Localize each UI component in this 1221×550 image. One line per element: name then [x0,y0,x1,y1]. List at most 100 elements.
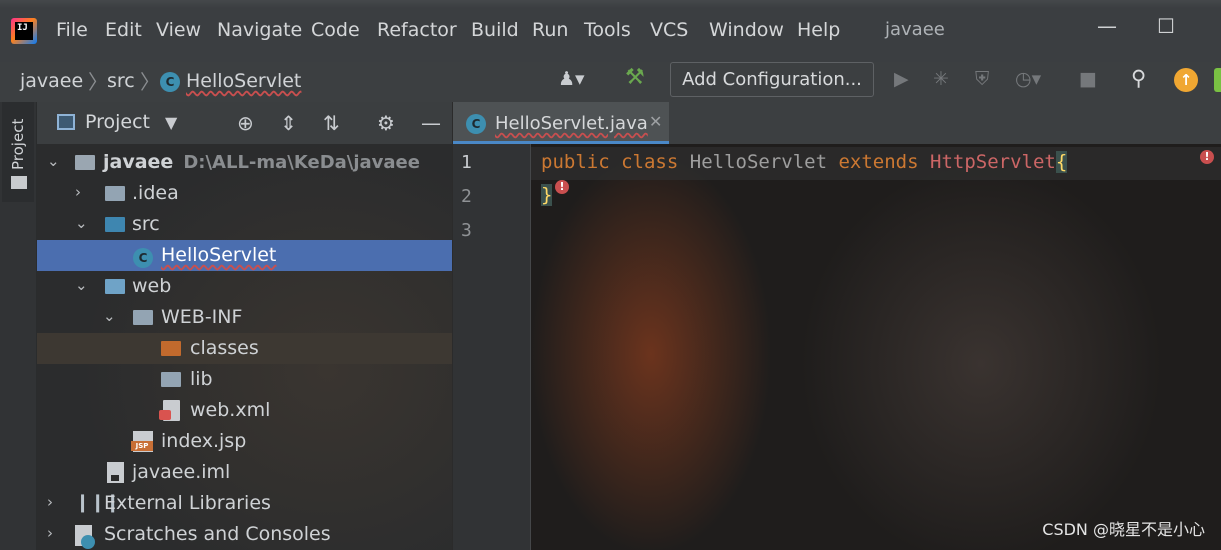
menu-help[interactable]: Help [797,19,840,41]
breadcrumb-class-icon: C [160,69,180,92]
folder-icon [105,186,125,201]
stop-icon[interactable]: ■ [1079,68,1097,90]
tree-item-label: .idea [132,182,179,204]
chevron-expanded-icon[interactable]: ⌄ [47,152,60,170]
menu-edit[interactable]: Edit [105,19,142,41]
tree-item-src[interactable]: ⌄ src [37,209,452,240]
coverage-icon[interactable]: ⛨ [975,68,989,90]
breadcrumb-helloservlet[interactable]: HelloServlet [186,70,301,92]
menu-navigate[interactable]: Navigate [217,19,302,41]
expand-all-icon[interactable]: ⇕ [280,111,297,135]
breadcrumb-project[interactable]: javaee [20,70,83,92]
debug-icon[interactable]: ✳ [933,68,949,90]
line-number: 1 [461,152,472,173]
line-number: 2 [461,186,472,207]
project-stripe-folder-icon [11,176,27,189]
close-icon[interactable]: ✕ [649,112,662,131]
tree-item-lib[interactable]: lib [37,364,452,395]
jsp-file-icon: JSP [131,431,153,452]
tree-item-label: web [132,275,172,297]
error-bulb-icon[interactable]: ! [555,180,569,194]
jetbrains-toolbox-icon[interactable] [1214,68,1221,92]
locate-target-icon[interactable]: ⊕ [237,111,254,135]
chevron-expanded-icon[interactable]: ⌄ [103,307,116,325]
tree-item-scratches[interactable]: › Scratches and Consoles [37,519,452,550]
keyword: public [541,151,610,173]
profile-icon[interactable]: ◷▾ [1015,68,1041,90]
tree-item-path: D:\ALL-ma\KeDa\javaee [183,152,420,173]
tree-item-label: src [132,213,160,235]
scratches-icon [75,525,95,549]
chevron-collapsed-icon[interactable]: › [47,524,53,542]
tab-helloservlet-java[interactable]: C HelloServlet.java ✕ [453,102,669,144]
tree-item-label: index.jsp [161,430,247,452]
gear-icon[interactable]: ⚙ [377,111,395,135]
tree-item-helloservlet[interactable]: C HelloServlet [37,240,452,271]
tree-item-web-inf[interactable]: ⌄ WEB-INF [37,302,452,333]
chevron-down-icon[interactable]: ▼ [165,113,177,132]
iml-file-icon [107,462,124,483]
window-title: javaee [885,19,945,40]
menu-bar: IJ File Edit View Navigate Code Refactor… [0,0,1221,62]
maximize-button[interactable]: ☐ [1157,14,1175,38]
breadcrumb-separator-icon: 〉 [140,70,160,94]
tree-item-idea[interactable]: › .idea [37,178,452,209]
tree-item-index-jsp[interactable]: JSP index.jsp [37,426,452,457]
tree-item-javaee-iml[interactable]: javaee.iml [37,457,452,488]
tree-item-web-xml[interactable]: web.xml [37,395,452,426]
tree-item-web[interactable]: ⌄ web [37,271,452,302]
menu-vcs[interactable]: VCS [650,19,688,41]
chevron-expanded-icon[interactable]: ⌄ [75,214,88,232]
tree-item-external-libraries[interactable]: › ❙❙❙ External Libraries [37,488,452,519]
breadcrumb-src[interactable]: src [107,70,135,92]
tree-item-javaee[interactable]: ⌄ javaee D:\ALL-ma\KeDa\javaee [37,147,452,178]
menu-window[interactable]: Window [709,19,784,41]
tree-item-label: HelloServlet [161,244,277,266]
menu-view[interactable]: View [156,19,201,41]
navigation-bar: javaee 〉 src 〉 C HelloServlet ♟▾ ⚒ Add C… [0,62,1221,102]
tree-item-label: javaee [103,151,174,173]
class-name: HelloServlet [689,151,828,173]
menu-tools[interactable]: Tools [584,19,631,41]
folder-icon [133,310,153,325]
menu-run[interactable]: Run [532,19,568,41]
chevron-collapsed-icon[interactable]: › [75,183,81,201]
code-line-2: } [541,184,553,206]
project-view-icon [57,114,75,130]
tree-item-label: External Libraries [104,492,271,514]
project-panel-title[interactable]: Project [85,111,150,133]
folder-icon [161,372,181,387]
menu-refactor[interactable]: Refactor [377,19,457,41]
chevron-collapsed-icon[interactable]: › [47,493,53,511]
tree-item-label: javaee.iml [132,461,231,483]
menu-file[interactable]: File [56,19,88,41]
class-icon: C [466,113,486,134]
tab-label: HelloServlet.java [495,113,648,134]
add-configuration-button[interactable]: Add Configuration... [670,62,874,97]
project-panel-header: Project ▼ ⊕ ⇕ ⇅ ⚙ — [37,102,452,144]
minimize-button[interactable]: — [1097,14,1117,38]
tree-item-label: Scratches and Consoles [104,523,331,545]
search-icon[interactable]: ⚲ [1131,66,1146,90]
user-icon[interactable]: ♟▾ [558,68,585,90]
breadcrumb-separator-icon: 〉 [88,70,108,94]
error-indicator-icon[interactable]: ! [1200,150,1214,164]
hide-panel-icon[interactable]: — [421,111,441,135]
menu-code[interactable]: Code [311,19,360,41]
tree-item-classes[interactable]: classes [37,333,452,364]
editor-gutter: 1 2 3 [453,144,531,550]
source-folder-icon [105,217,125,232]
project-stripe-label[interactable]: Project [9,119,27,170]
keyword: class [621,151,679,173]
open-brace: { [1055,151,1068,173]
editor-tab-bar: C HelloServlet.java ✕ [453,102,1221,144]
menu-build[interactable]: Build [471,19,519,41]
chevron-expanded-icon[interactable]: ⌄ [75,276,88,294]
keyword: extends [838,151,919,173]
build-hammer-icon[interactable]: ⚒ [625,65,645,90]
run-icon[interactable]: ▶ [894,68,909,90]
superclass-name: HttpServlet [930,151,1056,173]
collapse-all-icon[interactable]: ⇅ [323,111,340,135]
code-editor[interactable]: public class HelloServlet extends HttpSe… [531,144,1221,550]
update-icon[interactable]: ↑ [1174,68,1198,92]
